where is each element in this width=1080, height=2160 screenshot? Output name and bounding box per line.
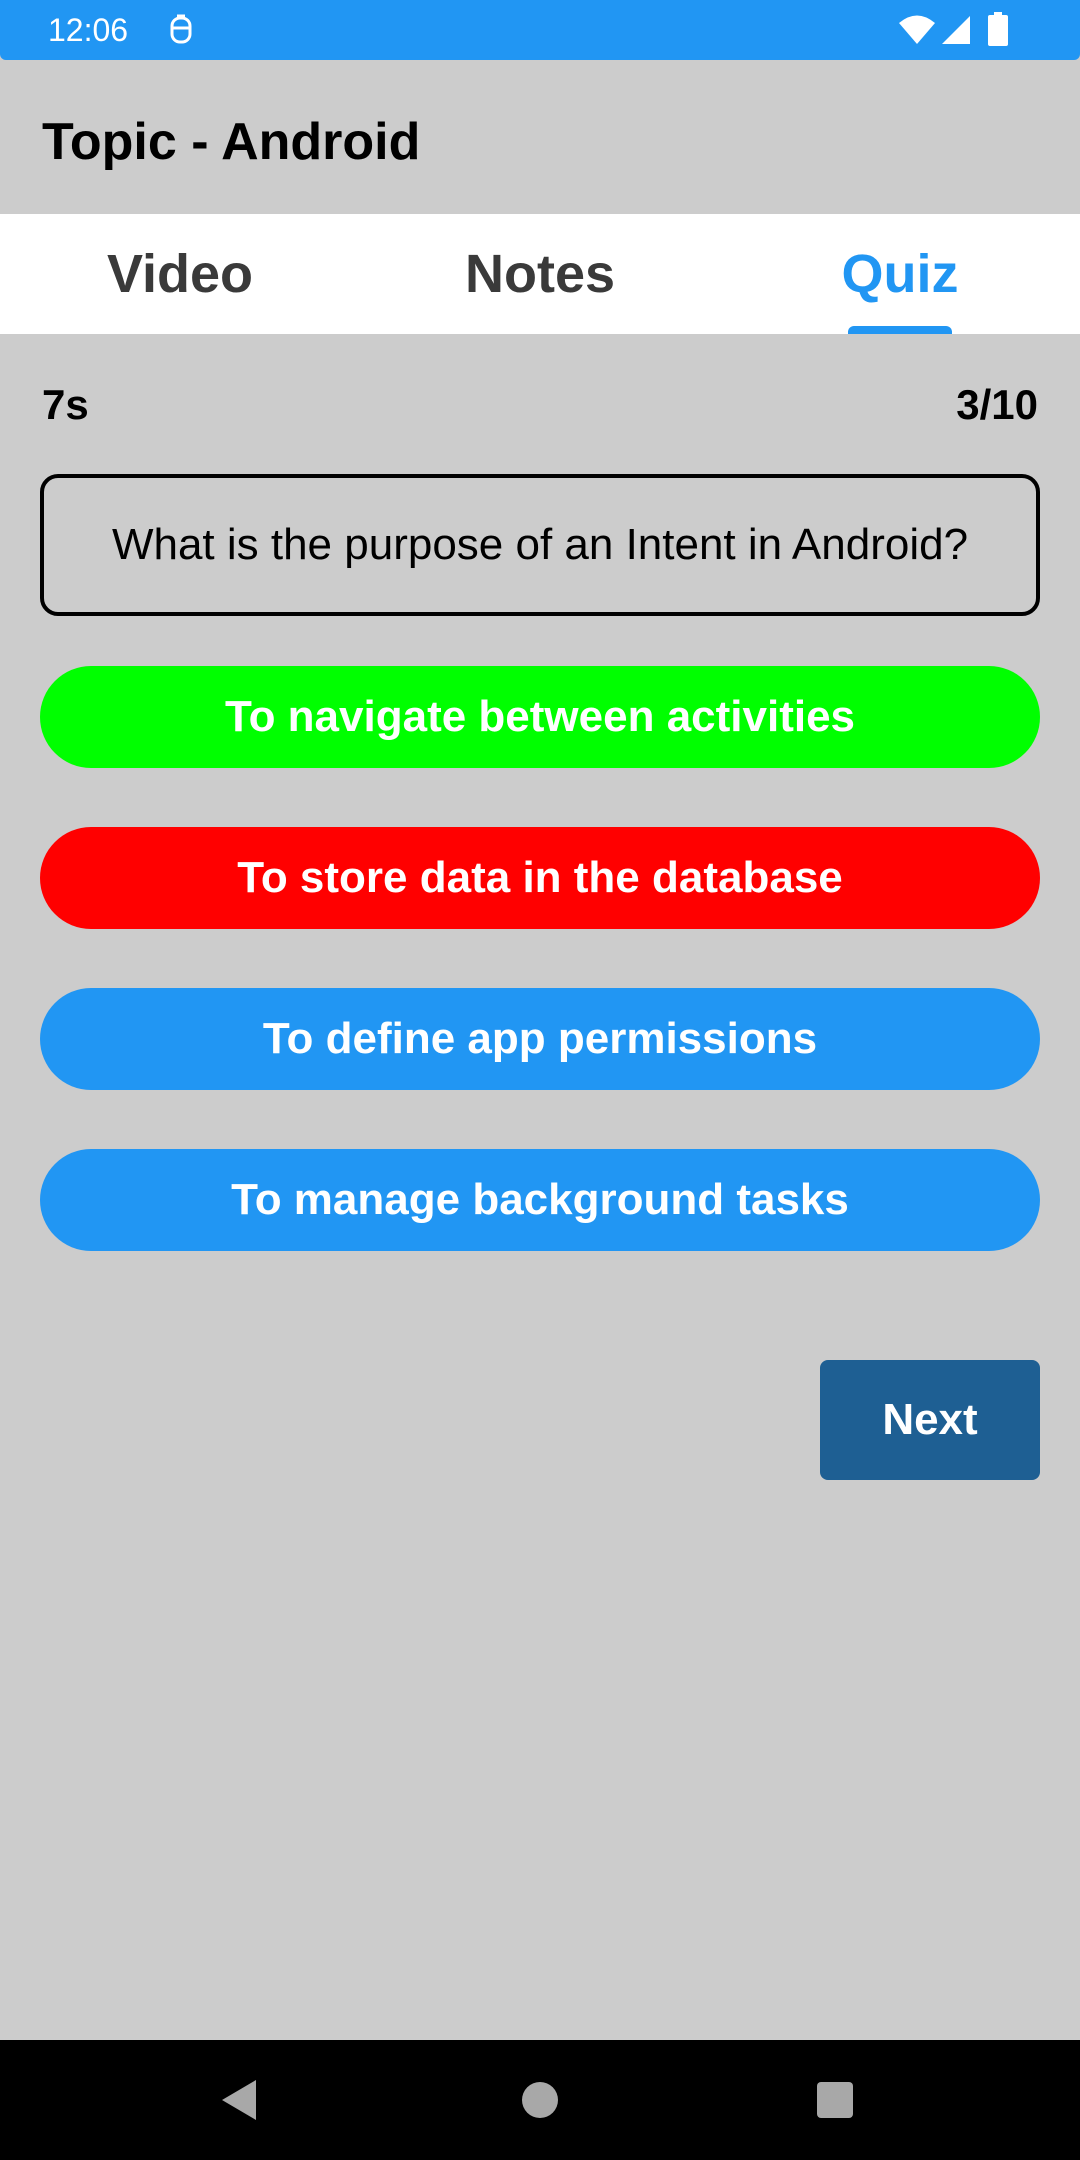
signal-icon bbox=[942, 16, 970, 44]
tab-notes[interactable]: Notes bbox=[360, 214, 720, 334]
status-time: 12:06 bbox=[48, 12, 129, 48]
answer-option-1[interactable]: To navigate between activities bbox=[40, 666, 1040, 768]
next-button[interactable]: Next bbox=[820, 1360, 1040, 1480]
tab-video[interactable]: Video bbox=[0, 214, 360, 334]
home-icon[interactable] bbox=[520, 2080, 560, 2120]
tab-bar: Video Notes Quiz bbox=[0, 214, 1080, 334]
battery-icon bbox=[988, 12, 1008, 46]
answer-option-2[interactable]: To store data in the database bbox=[40, 827, 1040, 929]
status-bar: 12:06 bbox=[0, 0, 1080, 60]
back-icon[interactable] bbox=[220, 2078, 260, 2122]
question-text: What is the purpose of an Intent in Andr… bbox=[111, 520, 969, 569]
notification-icon bbox=[170, 14, 192, 44]
answer-label: To manage background tasks bbox=[231, 1175, 849, 1224]
answer-label: To store data in the database bbox=[237, 853, 843, 902]
page-title: Topic - Android bbox=[42, 113, 421, 171]
answer-option-3[interactable]: To define app permissions bbox=[40, 988, 1040, 1090]
quiz-timer: 7s bbox=[42, 381, 89, 428]
wifi-icon bbox=[899, 15, 935, 44]
tab-selected-indicator bbox=[848, 326, 952, 334]
tab-quiz[interactable]: Quiz bbox=[720, 214, 1080, 334]
recents-icon[interactable] bbox=[815, 2080, 855, 2120]
answer-label: To navigate between activities bbox=[224, 692, 856, 741]
question-card: What is the purpose of an Intent in Andr… bbox=[40, 474, 1040, 616]
app-bar: Topic - Android bbox=[0, 60, 1080, 214]
answer-label: To define app permissions bbox=[262, 1014, 818, 1063]
answer-option-4[interactable]: To manage background tasks bbox=[40, 1149, 1040, 1251]
question-counter: 3/10 bbox=[956, 381, 1038, 428]
